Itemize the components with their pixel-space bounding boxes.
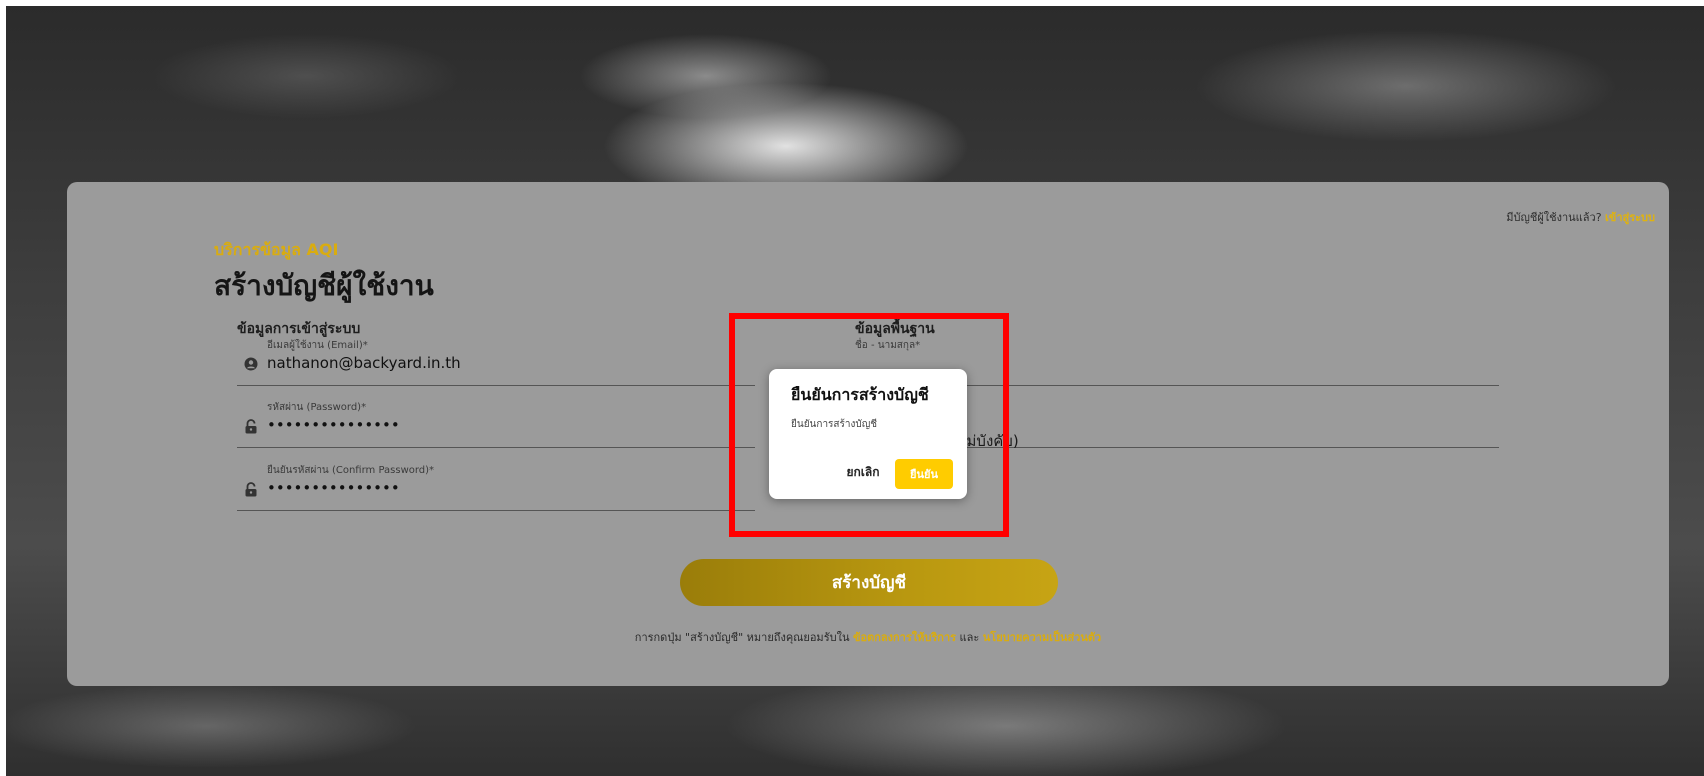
modal-body: ยืนยันการสร้างบัญชี [791, 419, 878, 430]
confirm-modal: ยืนยันการสร้างบัญชี ยืนยันการสร้างบัญชี … [769, 369, 967, 499]
terms-of-service-link[interactable]: ข้อตกลงการให้บริการ [853, 631, 956, 644]
modal-confirm-button[interactable]: ยืนยัน [895, 459, 953, 489]
email-label: อีเมลผู้ใช้งาน (Email)* [267, 340, 368, 351]
login-section-title: ข้อมูลการเข้าสู่ระบบ [237, 321, 361, 337]
signin-hint: มีบัญชีผู้ใช้งานแล้ว? เข้าสู่ระบบ [1506, 208, 1655, 226]
modal-title: ยืนยันการสร้างบัญชี [791, 385, 929, 404]
confirm-password-label: ยืนยันรหัสผ่าน (Confirm Password)* [267, 465, 435, 476]
lock-icon [243, 481, 259, 497]
password-value: ••••••••••••••• [267, 416, 400, 434]
signin-prompt: มีบัญชีผู้ใช้งานแล้ว? [1506, 211, 1602, 224]
page-title: สร้างบัญชีผู้ใช้งาน [214, 269, 434, 302]
fullname-label: ชื่อ - นามสกุล* [855, 340, 921, 351]
terms-text: การกดปุ่ม "สร้างบัญชี" หมายถึงคุณยอมรับใ… [67, 628, 1669, 646]
password-field[interactable]: รหัสผ่าน (Password)* ••••••••••••••• [237, 400, 755, 448]
privacy-policy-link[interactable]: นโยบายความเป็นส่วนตัว [983, 631, 1101, 644]
create-account-button[interactable]: สร้างบัญชี [680, 559, 1058, 606]
brand-label: บริการข้อมูล AQI [214, 240, 339, 259]
confirm-password-value: ••••••••••••••• [267, 479, 400, 497]
basic-section-title: ข้อมูลพื้นฐาน [855, 321, 935, 337]
lock-icon [243, 418, 259, 434]
optional-hint: ไม่บังคับ) [959, 432, 1019, 450]
user-circle-icon [243, 356, 259, 372]
password-label: รหัสผ่าน (Password)* [267, 402, 367, 413]
terms-prefix: การกดปุ่ม "สร้างบัญชี" หมายถึงคุณยอมรับใ… [634, 631, 850, 644]
modal-cancel-button[interactable]: ยกเลิก [837, 459, 889, 485]
signin-link[interactable]: เข้าสู่ระบบ [1605, 211, 1655, 224]
email-value: nathanon@backyard.in.th [267, 354, 461, 372]
terms-and: และ [959, 631, 980, 644]
confirm-password-field[interactable]: ยืนยันรหัสผ่าน (Confirm Password)* •••••… [237, 463, 755, 511]
background-sky: มีบัญชีผู้ใช้งานแล้ว? เข้าสู่ระบบ บริการ… [6, 6, 1704, 776]
email-field[interactable]: อีเมลผู้ใช้งาน (Email)* nathanon@backyar… [237, 338, 755, 386]
